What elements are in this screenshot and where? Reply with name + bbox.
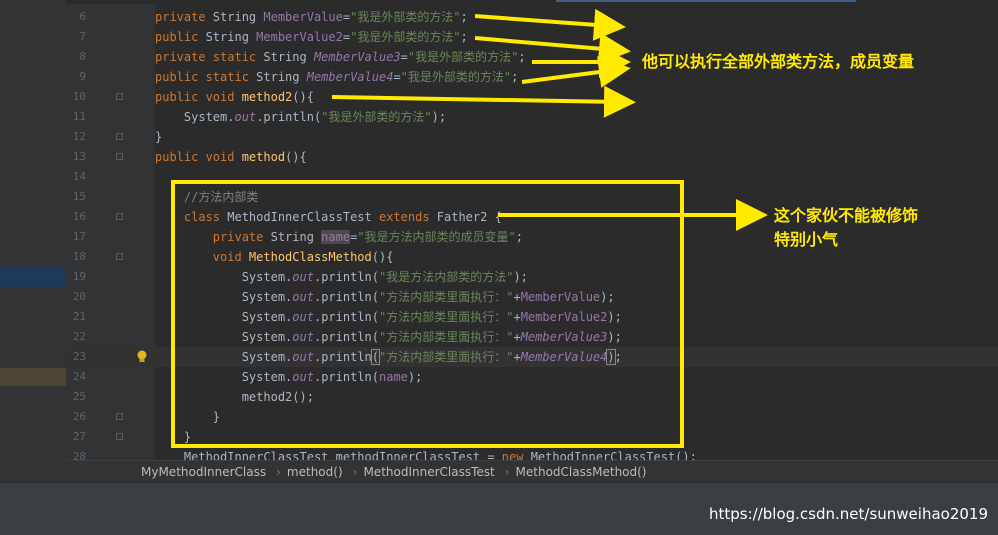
line-number: 19 (72, 270, 86, 283)
code-text: public void method2(){ (155, 90, 314, 104)
code-line[interactable]: 11 System.out.println("我是外部类的方法"); (66, 107, 998, 127)
fold-icon[interactable] (116, 253, 123, 260)
chevron-right-icon: › (352, 465, 358, 479)
line-number: 26 (72, 410, 86, 423)
line-number: 16 (72, 210, 86, 223)
line-number: 24 (72, 370, 86, 383)
line-number: 17 (72, 230, 86, 243)
fold-icon[interactable] (116, 93, 123, 100)
annotation-top-text: 他可以执行全部外部类方法，成员变量 (642, 52, 915, 71)
line-number: 9 (79, 70, 86, 83)
code-text: private String MemberValue="我是外部类的方法"; (155, 10, 468, 24)
breadcrumb-item[interactable]: MethodClassMethod() (516, 465, 647, 479)
fold-icon[interactable] (116, 213, 123, 220)
editor-top-edge (66, 0, 998, 4)
line-number: 25 (72, 390, 86, 403)
highlight-box (171, 180, 684, 448)
line-number: 12 (72, 130, 86, 143)
annotation-box-text: 这个家伙不能被修饰 (774, 206, 919, 225)
code-line[interactable]: 6 private String MemberValue="我是外部类的方法"; (66, 7, 998, 27)
line-number: 20 (72, 290, 86, 303)
code-line[interactable]: 7 public String MemberValue2="我是外部类的方法"; (66, 27, 998, 47)
code-text: } (155, 130, 163, 144)
line-number: 8 (79, 50, 86, 63)
fold-icon[interactable] (116, 153, 123, 160)
chevron-right-icon: › (504, 465, 510, 479)
breadcrumb: MyMethodInnerClass › method() › MethodInnerC… (66, 460, 998, 483)
line-number: 10 (72, 90, 86, 103)
chevron-right-icon: › (276, 465, 281, 479)
line-number: 23 (72, 350, 86, 363)
tool-window-strip (0, 0, 66, 482)
watermark: https://blog.csdn.net/sunweihao2019 (709, 505, 988, 523)
line-number: 11 (72, 110, 86, 123)
breadcrumb-item[interactable]: MyMethodInnerClass (141, 465, 266, 479)
code-line[interactable]: 10 public void method2(){ (66, 87, 998, 107)
code-text: System.out.println("我是外部类的方法"); (155, 110, 447, 124)
line-number: 21 (72, 310, 86, 323)
line-number: 13 (72, 150, 86, 163)
line-number: 22 (72, 330, 86, 343)
selection-marker (0, 368, 66, 386)
code-text: private static String MemberValue3="我是外部… (155, 50, 526, 64)
line-number: 7 (79, 30, 86, 43)
code-text: public void method(){ (155, 150, 307, 164)
code-line[interactable]: 12} (66, 127, 998, 147)
code-text: public String MemberValue2="我是外部类的方法"; (155, 30, 468, 44)
selection-marker (0, 267, 66, 287)
breadcrumb-item[interactable]: method() (287, 465, 343, 479)
breadcrumb-item[interactable]: MethodInnerClassTest (363, 465, 494, 479)
fold-icon[interactable] (116, 133, 123, 140)
annotation-box-text: 特别小气 (774, 230, 839, 249)
line-number: 27 (72, 430, 86, 443)
code-line[interactable]: 13 public void method(){ (66, 147, 998, 167)
code-text: public static String MemberValue4="我是外部类… (155, 70, 519, 84)
line-number: 18 (72, 250, 86, 263)
line-number: 6 (79, 10, 86, 23)
fold-icon[interactable] (116, 433, 123, 440)
line-number: 15 (72, 190, 86, 203)
line-number: 14 (72, 170, 86, 183)
fold-icon[interactable] (116, 413, 123, 420)
lightbulb-icon[interactable] (136, 348, 148, 362)
